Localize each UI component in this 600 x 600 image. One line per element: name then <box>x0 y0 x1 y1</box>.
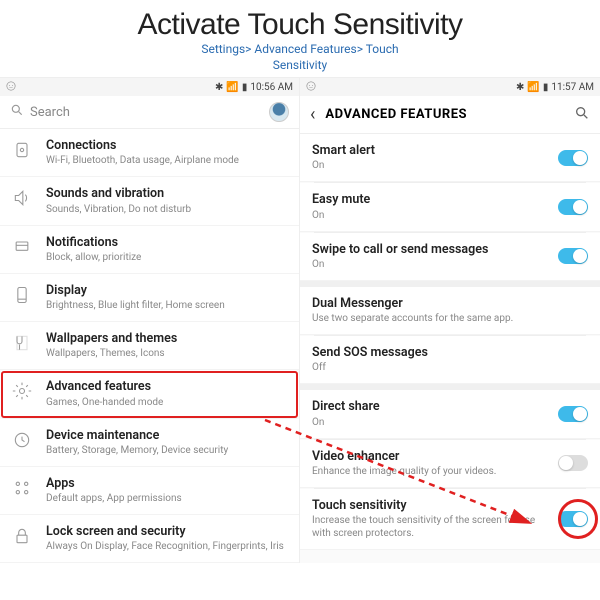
row-title: Swipe to call or send messages <box>312 242 544 258</box>
bluetooth-icon: ✱ <box>516 82 524 93</box>
search-icon <box>10 103 24 121</box>
row-subtitle: Brightness, Blue light filter, Home scre… <box>46 299 287 312</box>
row-subtitle: On <box>312 159 544 172</box>
screen-title: ADVANCED FEATURES <box>325 107 564 122</box>
toggle-switch[interactable] <box>558 406 588 422</box>
sound-icon <box>12 188 32 208</box>
row-title: Connections <box>46 138 287 154</box>
toggle-switch[interactable] <box>558 150 588 166</box>
instruction-path: Settings> Advanced Features> Touch Sensi… <box>0 42 600 73</box>
row-title: Video enhancer <box>312 449 544 465</box>
status-bar: ✱ 📶 ▮ 11:57 AM <box>300 78 600 96</box>
connections-icon <box>12 140 32 160</box>
advanced-features-header: ‹ ADVANCED FEATURES <box>300 96 600 134</box>
status-time: 10:56 AM <box>250 82 293 93</box>
reddit-icon <box>6 81 16 94</box>
bluetooth-icon: ✱ <box>215 82 223 93</box>
settings-row-apps[interactable]: AppsDefault apps, App permissions <box>0 467 299 515</box>
row-subtitle: Battery, Storage, Memory, Device securit… <box>46 444 287 457</box>
row-title: Wallpapers and themes <box>46 331 287 347</box>
settings-row-display[interactable]: DisplayBrightness, Blue light filter, Ho… <box>0 274 299 322</box>
signal-icon: 📶 <box>226 82 238 93</box>
row-title: Advanced features <box>46 379 287 395</box>
settings-row-sound[interactable]: Sounds and vibrationSounds, Vibration, D… <box>0 177 299 225</box>
feature-row[interactable]: Direct shareOn <box>300 390 600 438</box>
row-subtitle: Enhance the image quality of your videos… <box>312 465 544 478</box>
settings-row-wallpaper[interactable]: Wallpapers and themesWallpapers, Themes,… <box>0 322 299 370</box>
row-subtitle: Always On Display, Face Recognition, Fin… <box>46 540 287 553</box>
row-title: Display <box>46 283 287 299</box>
row-subtitle: Games, One-handed mode <box>46 396 287 409</box>
left-phone: ✱ 📶 ▮ 10:56 AM Search ConnectionsWi-Fi, … <box>0 78 300 563</box>
instruction-header: Activate Touch Sensitivity Settings> Adv… <box>0 0 600 77</box>
settings-row-connections[interactable]: ConnectionsWi-Fi, Bluetooth, Data usage,… <box>0 129 299 177</box>
row-title: Direct share <box>312 399 544 415</box>
row-subtitle: Increase the touch sensitivity of the sc… <box>312 514 544 540</box>
toggle-switch[interactable] <box>558 511 588 527</box>
settings-row-notifications[interactable]: NotificationsBlock, allow, prioritize <box>0 226 299 274</box>
settings-row-maintenance[interactable]: Device maintenanceBattery, Storage, Memo… <box>0 419 299 467</box>
advanced-icon <box>12 381 32 401</box>
instruction-title: Activate Touch Sensitivity <box>0 8 600 42</box>
back-icon[interactable]: ‹ <box>310 104 315 125</box>
row-title: Smart alert <box>312 143 544 159</box>
row-title: Touch sensitivity <box>312 498 544 514</box>
row-title: Sounds and vibration <box>46 186 287 202</box>
row-subtitle: Default apps, App permissions <box>46 492 287 505</box>
row-subtitle: Wi-Fi, Bluetooth, Data usage, Airplane m… <box>46 154 287 167</box>
feature-row[interactable]: Easy muteOn <box>300 183 600 231</box>
settings-row-lock[interactable]: Lock screen and securityAlways On Displa… <box>0 515 299 563</box>
row-subtitle: Sounds, Vibration, Do not disturb <box>46 203 287 216</box>
row-subtitle: On <box>312 416 544 429</box>
status-time: 11:57 AM <box>551 82 594 93</box>
apps-icon <box>12 478 32 498</box>
toggle-switch[interactable] <box>558 248 588 264</box>
battery-icon: ▮ <box>242 82 248 93</box>
battery-icon: ▮ <box>543 82 549 93</box>
row-title: Dual Messenger <box>312 296 588 312</box>
maintenance-icon <box>12 430 32 450</box>
row-title: Notifications <box>46 235 287 251</box>
row-title: Easy mute <box>312 192 544 208</box>
feature-row[interactable]: Send SOS messagesOff <box>300 336 600 384</box>
row-subtitle: Off <box>312 361 588 374</box>
row-title: Send SOS messages <box>312 345 588 361</box>
lock-icon <box>12 526 32 546</box>
row-title: Lock screen and security <box>46 524 287 540</box>
row-subtitle: Block, allow, prioritize <box>46 251 287 264</box>
row-subtitle: On <box>312 209 544 222</box>
feature-row[interactable]: Video enhancerEnhance the image quality … <box>300 440 600 488</box>
wallpaper-icon <box>12 333 32 353</box>
row-subtitle: Use two separate accounts for the same a… <box>312 312 588 325</box>
feature-row[interactable]: Dual MessengerUse two separate accounts … <box>300 287 600 335</box>
row-title: Apps <box>46 476 287 492</box>
display-icon <box>12 285 32 305</box>
settings-row-advanced[interactable]: Advanced featuresGames, One-handed mode <box>0 370 299 418</box>
signal-icon: 📶 <box>527 82 539 93</box>
feature-row[interactable]: Touch sensitivityIncrease the touch sens… <box>300 489 600 550</box>
row-subtitle: On <box>312 258 544 271</box>
row-subtitle: Wallpapers, Themes, Icons <box>46 347 287 360</box>
avatar[interactable] <box>269 102 289 122</box>
status-bar: ✱ 📶 ▮ 10:56 AM <box>0 78 299 96</box>
feature-row[interactable]: Swipe to call or send messagesOn <box>300 233 600 281</box>
toggle-switch[interactable] <box>558 455 588 471</box>
toggle-switch[interactable] <box>558 199 588 215</box>
row-title: Device maintenance <box>46 428 287 444</box>
notifications-icon <box>12 237 32 257</box>
reddit-icon <box>306 81 316 94</box>
right-phone: ✱ 📶 ▮ 11:57 AM ‹ ADVANCED FEATURES Smart… <box>300 78 600 563</box>
search-bar[interactable]: Search <box>0 96 299 129</box>
search-placeholder: Search <box>30 105 70 120</box>
search-icon[interactable] <box>574 105 590 125</box>
feature-row[interactable]: Smart alertOn <box>300 134 600 182</box>
